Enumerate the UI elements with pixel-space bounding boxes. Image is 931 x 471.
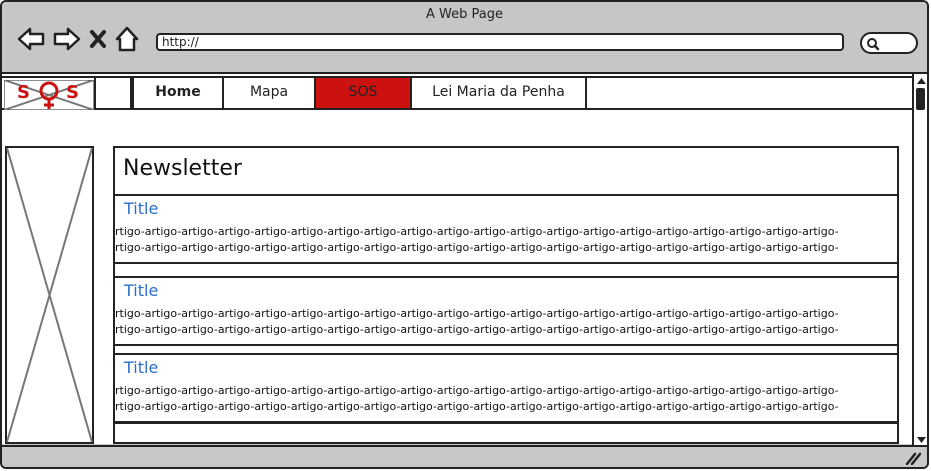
back-arrow-icon[interactable]: [16, 26, 46, 52]
article-text-line: rtigo-artigo-artigo-artigo-artigo-artigo…: [115, 225, 839, 238]
close-icon[interactable]: [88, 26, 108, 52]
window-title: A Web Page: [426, 7, 503, 22]
browser-window: A Web Page http:// S S Home Mapa SOS Lei…: [0, 0, 929, 469]
search-icon: [867, 38, 880, 51]
nav-spacer: [94, 78, 132, 108]
nav-item-lei-maria-da-penha[interactable]: Lei Maria da Penha: [410, 78, 587, 108]
newsletter-panel: Newsletter Title rtigo-artigo-artigo-art…: [113, 146, 899, 444]
resize-grip-icon[interactable]: [905, 451, 921, 465]
article-text-line: rtigo-artigo-artigo-artigo-artigo-artigo…: [115, 307, 839, 320]
scroll-down-icon[interactable]: [916, 435, 927, 445]
browser-nav-controls: [16, 24, 140, 54]
home-icon[interactable]: [114, 25, 140, 53]
vertical-scrollbar[interactable]: [912, 74, 927, 447]
article-title[interactable]: Title: [124, 358, 158, 377]
article-card-4: [115, 422, 897, 442]
article-title[interactable]: Title: [124, 281, 158, 300]
article-text-line: rtigo-artigo-artigo-artigo-artigo-artigo…: [115, 384, 839, 397]
article-text-line: rtigo-artigo-artigo-artigo-artigo-artigo…: [115, 400, 839, 413]
article-card-1: Title rtigo-artigo-artigo-artigo-artigo-…: [115, 194, 897, 264]
page-viewport: S S Home Mapa SOS Lei Maria da Penha New…: [2, 74, 912, 444]
sos-logo[interactable]: S S: [3, 79, 95, 111]
side-image-placeholder: [5, 146, 94, 444]
browser-search-field[interactable]: [860, 32, 918, 54]
newsletter-heading: Newsletter: [123, 156, 242, 181]
status-bar: [2, 445, 927, 467]
article-title[interactable]: Title: [124, 199, 158, 218]
logo-letter-left: S: [17, 82, 30, 103]
article-card-3: Title rtigo-artigo-artigo-artigo-artigo-…: [115, 353, 897, 423]
forward-arrow-icon[interactable]: [52, 26, 82, 52]
nav-item-sos[interactable]: SOS: [314, 78, 412, 108]
logo-letter-right: S: [66, 82, 79, 103]
browser-titlebar: A Web Page http://: [2, 2, 927, 74]
article-text-line: rtigo-artigo-artigo-artigo-artigo-artigo…: [115, 323, 839, 336]
top-navigation: S S Home Mapa SOS Lei Maria da Penha: [2, 76, 912, 111]
scroll-up-icon[interactable]: [916, 76, 927, 86]
article-text-line: rtigo-artigo-artigo-artigo-artigo-artigo…: [115, 241, 839, 254]
url-input[interactable]: http://: [156, 33, 844, 51]
nav-item-home[interactable]: Home: [132, 78, 224, 108]
article-card-2: Title rtigo-artigo-artigo-artigo-artigo-…: [115, 276, 897, 346]
nav-item-mapa[interactable]: Mapa: [222, 78, 316, 108]
scrollbar-thumb[interactable]: [916, 88, 925, 110]
